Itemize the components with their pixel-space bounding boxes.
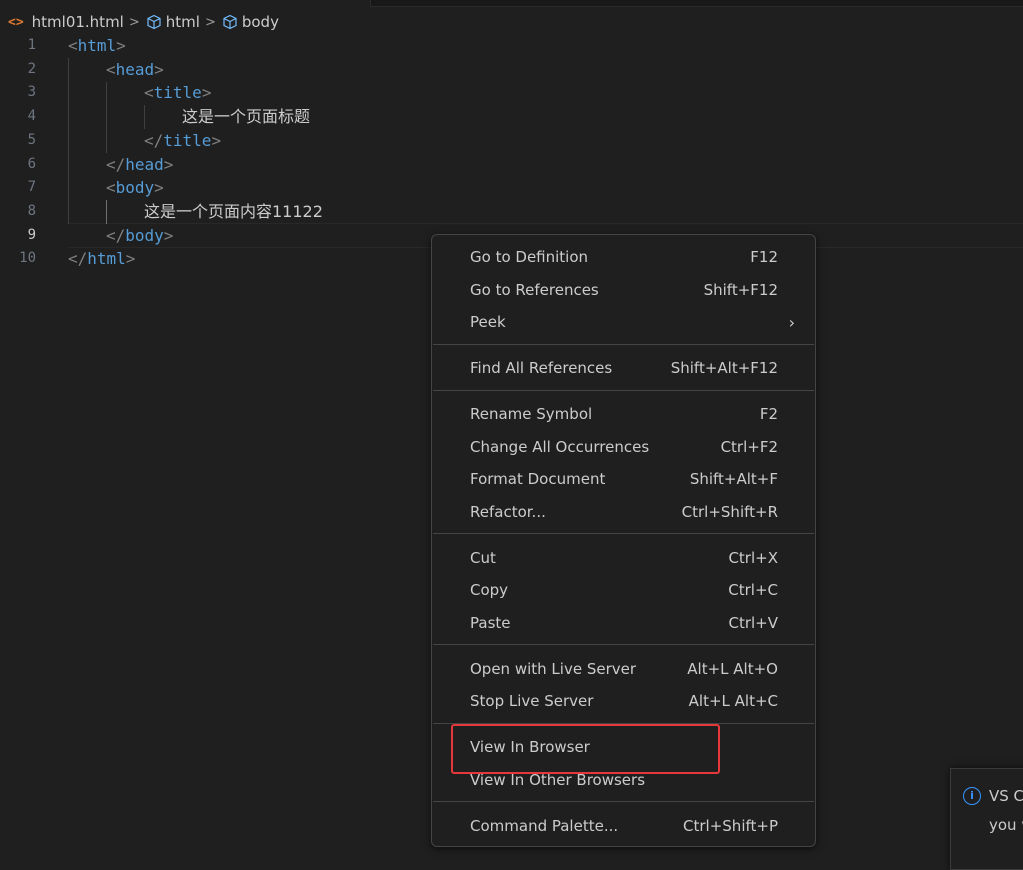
line-number: 8 bbox=[27, 202, 36, 219]
menu-separator bbox=[433, 644, 814, 645]
line-number: 10 bbox=[19, 250, 36, 267]
editor-tab-border bbox=[370, 0, 1023, 7]
line-number: 9 bbox=[27, 226, 36, 243]
breadcrumb-body-label: body bbox=[241, 13, 279, 31]
notification-toast[interactable]: i VS C you v bbox=[950, 768, 1023, 870]
menu-item-open-live-server[interactable]: Open with Live Server Alt+L Alt+O bbox=[432, 654, 815, 685]
info-icon: i bbox=[963, 787, 981, 805]
breadcrumb-body[interactable]: body bbox=[222, 13, 279, 31]
code-line: 2 <head> bbox=[0, 58, 1023, 82]
cube-symbol-icon bbox=[147, 14, 161, 30]
menu-item-peek[interactable]: Peek › bbox=[432, 307, 815, 338]
line-number: 5 bbox=[27, 131, 36, 148]
cube-symbol-icon bbox=[223, 14, 237, 30]
code-line: 7 <body> bbox=[0, 176, 1023, 200]
code-line: 5 </title> bbox=[0, 129, 1023, 153]
menu-separator bbox=[433, 533, 814, 534]
line-number: 1 bbox=[27, 37, 36, 53]
chevron-right-icon: > bbox=[128, 14, 140, 30]
chevron-right-icon: › bbox=[788, 313, 795, 332]
code-line: 6 </head> bbox=[0, 153, 1023, 177]
code-line: 3 <title> bbox=[0, 81, 1023, 105]
menu-item-paste[interactable]: Paste Ctrl+V bbox=[432, 608, 815, 639]
menu-item-command-palette[interactable]: Command Palette... Ctrl+Shift+P bbox=[432, 811, 815, 842]
menu-item-rename-symbol[interactable]: Rename Symbol F2 bbox=[432, 399, 815, 430]
menu-separator bbox=[433, 390, 814, 391]
breadcrumb-html[interactable]: html bbox=[146, 13, 200, 31]
line-number: 6 bbox=[27, 155, 36, 172]
menu-item-cut[interactable]: Cut Ctrl+X bbox=[432, 543, 815, 574]
html-file-icon: <> bbox=[8, 14, 24, 30]
annotation-highlight-box bbox=[451, 724, 720, 774]
code-line: 8 这是一个页面内容11122 bbox=[0, 200, 1023, 224]
line-number: 3 bbox=[27, 84, 36, 101]
menu-item-refactor[interactable]: Refactor... Ctrl+Shift+R bbox=[432, 497, 815, 528]
menu-item-format-document[interactable]: Format Document Shift+Alt+F bbox=[432, 464, 815, 495]
menu-item-go-to-definition[interactable]: Go to Definition F12 bbox=[432, 242, 815, 273]
menu-separator bbox=[433, 801, 814, 802]
chevron-right-icon: > bbox=[204, 14, 216, 30]
line-number: 4 bbox=[27, 108, 36, 125]
breadcrumb-file[interactable]: html01.html bbox=[32, 13, 124, 31]
menu-item-stop-live-server[interactable]: Stop Live Server Alt+L Alt+C bbox=[432, 686, 815, 717]
code-line: 1 <html> bbox=[0, 34, 1023, 58]
line-number: 2 bbox=[27, 60, 36, 77]
breadcrumb-html-label: html bbox=[165, 13, 200, 31]
code-line: 4 这是一个页面标题 bbox=[0, 105, 1023, 129]
menu-item-copy[interactable]: Copy Ctrl+C bbox=[432, 575, 815, 606]
breadcrumb: <> html01.html > html > body bbox=[0, 10, 279, 34]
menu-item-change-all-occurrences[interactable]: Change All Occurrences Ctrl+F2 bbox=[432, 432, 815, 463]
line-number: 7 bbox=[27, 179, 36, 196]
menu-separator bbox=[433, 344, 814, 345]
notification-message: VS C bbox=[989, 787, 1023, 805]
menu-item-go-to-references[interactable]: Go to References Shift+F12 bbox=[432, 275, 815, 306]
notification-message-cont: you v bbox=[989, 816, 1023, 834]
menu-item-find-all-references[interactable]: Find All References Shift+Alt+F12 bbox=[432, 353, 815, 384]
